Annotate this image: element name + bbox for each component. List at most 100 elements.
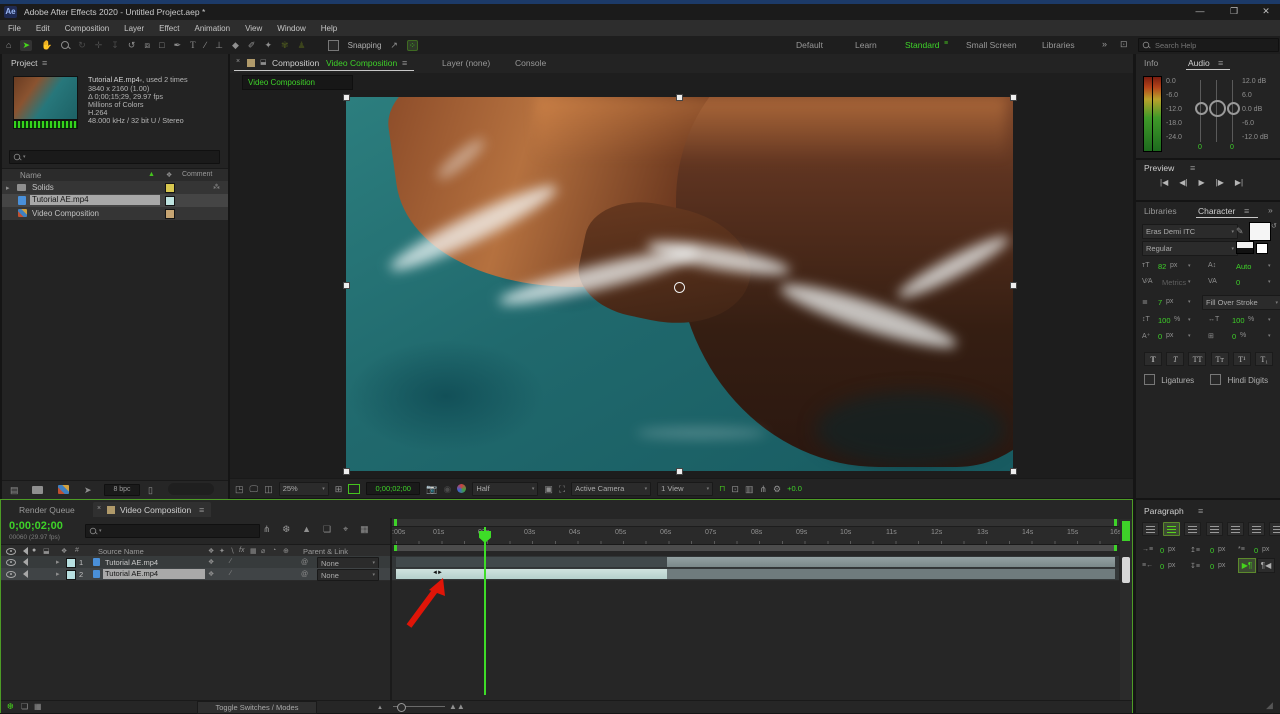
workspace-small-screen[interactable]: Small Screen — [966, 40, 1017, 50]
frame-blend-switch-icon[interactable]: ▦ — [250, 547, 257, 555]
paragraph-tab[interactable]: Paragraph — [1144, 506, 1184, 516]
viewer-subtab[interactable]: Video Composition — [242, 75, 353, 90]
layer-tab[interactable]: Layer (none) — [442, 58, 490, 68]
ligatures-checkbox[interactable] — [1144, 374, 1155, 385]
align-right-button[interactable] — [1184, 522, 1202, 536]
view-layout-dropdown[interactable]: 1 View ▾ — [657, 481, 714, 496]
channels-icon[interactable] — [457, 484, 467, 493]
preview-panel-menu-icon[interactable]: ≡ — [1190, 163, 1195, 173]
work-area-start[interactable] — [394, 545, 397, 551]
project-search-box[interactable]: ▾ — [9, 150, 220, 164]
playhead-line[interactable] — [484, 527, 486, 695]
menu-composition[interactable]: Composition — [65, 24, 109, 33]
resize-grip-icon[interactable]: ◢ — [1266, 700, 1273, 710]
justify-last-left-button[interactable] — [1205, 522, 1223, 536]
selection-handle[interactable] — [1010, 468, 1017, 475]
workspace-standard[interactable]: Standard — [905, 40, 940, 50]
region-of-interest-icon[interactable] — [348, 483, 361, 494]
effects-switch-label[interactable]: fx — [239, 547, 244, 554]
composition-image[interactable] — [346, 97, 1013, 471]
video-toggle-icon[interactable] — [6, 559, 16, 566]
info-tab[interactable]: Info — [1144, 58, 1158, 68]
previous-frame-button[interactable]: ◀| — [1179, 178, 1187, 187]
new-composition-icon[interactable] — [58, 485, 69, 494]
new-folder-icon[interactable] — [32, 486, 43, 494]
font-size-value[interactable]: 82 — [1158, 262, 1166, 271]
dolly-camera-tool-icon[interactable]: ↧ — [111, 40, 119, 50]
selection-handle[interactable] — [343, 468, 350, 475]
current-timecode[interactable]: 0;00;02;00 — [9, 520, 63, 532]
eraser-tool-icon[interactable]: ◆ — [232, 40, 239, 50]
video-toggle-icon[interactable] — [6, 571, 16, 578]
tracking-value[interactable]: 0 — [1236, 278, 1240, 287]
solo-column-icon[interactable]: ● — [32, 547, 36, 554]
help-search-input[interactable] — [1153, 39, 1257, 51]
quality-switch-icon[interactable]: ∖ — [230, 547, 234, 555]
superscript-button[interactable]: T¹ — [1232, 352, 1251, 366]
menu-edit[interactable]: Edit — [36, 24, 50, 33]
libraries-tab[interactable]: Libraries — [1144, 206, 1177, 216]
orbit-camera-tool-icon[interactable]: ↻ — [78, 40, 86, 50]
roto-brush-tool-icon[interactable]: ✐ — [248, 40, 256, 50]
magnification-dropdown[interactable]: 25% ▾ — [278, 481, 329, 496]
zoom-out-mountain-icon[interactable]: ▲ — [377, 703, 383, 713]
kerning-dropdown-icon[interactable]: ▾ — [1188, 279, 1191, 285]
rotate-tool-icon[interactable]: ↺ — [128, 40, 136, 50]
zoom-tool-icon[interactable] — [61, 41, 70, 49]
selection-handle[interactable] — [676, 94, 683, 101]
exposure-value[interactable]: +0.0 — [787, 484, 802, 493]
bit-depth-button[interactable]: 8 bpc — [104, 484, 140, 496]
font-size-dropdown-icon[interactable]: ▾ — [1188, 263, 1191, 269]
project-row-footage[interactable]: Tutorial AE.mp4 — [2, 194, 228, 207]
zoom-in-mountain-icon[interactable]: ▲▲ — [449, 702, 465, 712]
no-stroke-swatch[interactable] — [1256, 243, 1268, 254]
quality-switch-icon[interactable]: ∕ — [230, 558, 231, 565]
menu-effect[interactable]: Effect — [159, 24, 179, 33]
expand-modes-icon[interactable]: ▦ — [34, 702, 42, 712]
audio-panel-menu-icon[interactable]: ≡ — [1218, 58, 1223, 68]
menu-help[interactable]: Help — [321, 24, 337, 33]
indent-right-value[interactable]: 0 — [1160, 562, 1164, 571]
menu-file[interactable]: File — [8, 24, 21, 33]
collapse-switch-icon[interactable]: ✦ — [219, 547, 225, 555]
pane-divider[interactable] — [390, 518, 392, 700]
label-swatch[interactable] — [165, 196, 175, 206]
item-label[interactable]: Solids — [32, 183, 54, 192]
close-tab-icon[interactable]: × — [97, 505, 101, 512]
layer1-bar[interactable] — [667, 557, 1115, 567]
graph-editor-icon[interactable]: ▦ — [360, 524, 369, 534]
layer-name[interactable]: Tutorial AE.mp4 — [105, 558, 158, 567]
snapshot-icon[interactable]: 📷 — [426, 484, 437, 494]
sort-arrow-icon[interactable]: ▲ — [148, 171, 155, 178]
justify-all-button[interactable] — [1269, 522, 1280, 536]
last-frame-button[interactable]: ▶| — [1235, 178, 1243, 187]
space-after-value[interactable]: 0 — [1210, 562, 1214, 571]
audio-column-icon[interactable] — [19, 547, 28, 555]
audio-toggle-icon[interactable] — [19, 558, 28, 566]
preview-tab[interactable]: Preview — [1144, 163, 1174, 173]
type-tool-icon[interactable]: T — [190, 40, 196, 50]
master-slider-knob[interactable] — [1209, 100, 1226, 117]
paragraph-panel-menu-icon[interactable]: ≡ — [1198, 506, 1203, 516]
time-ruler[interactable]: :00s 01s 02s 03s 04s 05s 06s 07s 08s 09s… — [392, 527, 1121, 545]
expand-icon[interactable]: ▸ — [56, 570, 60, 578]
maximize-button[interactable]: ❐ — [1222, 6, 1246, 17]
next-frame-button[interactable]: |▶ — [1216, 178, 1224, 187]
primary-viewer-icon[interactable]: 🖵 — [250, 484, 259, 494]
rectangle-tool-icon[interactable]: □ — [159, 40, 164, 50]
expand-icon[interactable]: ▸ — [6, 184, 10, 192]
leading-value[interactable]: Auto — [1236, 262, 1251, 271]
right-slider-knob[interactable] — [1227, 102, 1240, 115]
tsume-value[interactable]: 0 — [1232, 332, 1236, 341]
selection-handle[interactable] — [343, 94, 350, 101]
name-column-header[interactable]: Name — [20, 171, 41, 180]
viewer-timecode[interactable]: 0;00;02;00 — [366, 482, 421, 495]
workspace-default[interactable]: Default — [796, 40, 823, 50]
minimize-button[interactable]: — — [1188, 6, 1212, 16]
resolution-dropdown[interactable]: Half ▾ — [472, 481, 539, 496]
parent-pickwhip-icon[interactable]: @ — [301, 558, 308, 568]
small-caps-button[interactable]: Tᴛ — [1210, 352, 1229, 366]
motion-blur-icon[interactable]: ⌖ — [343, 524, 348, 534]
camera-dropdown[interactable]: Active Camera ▾ — [571, 481, 652, 496]
expand-transfer-icon[interactable]: ❆ — [7, 702, 14, 711]
